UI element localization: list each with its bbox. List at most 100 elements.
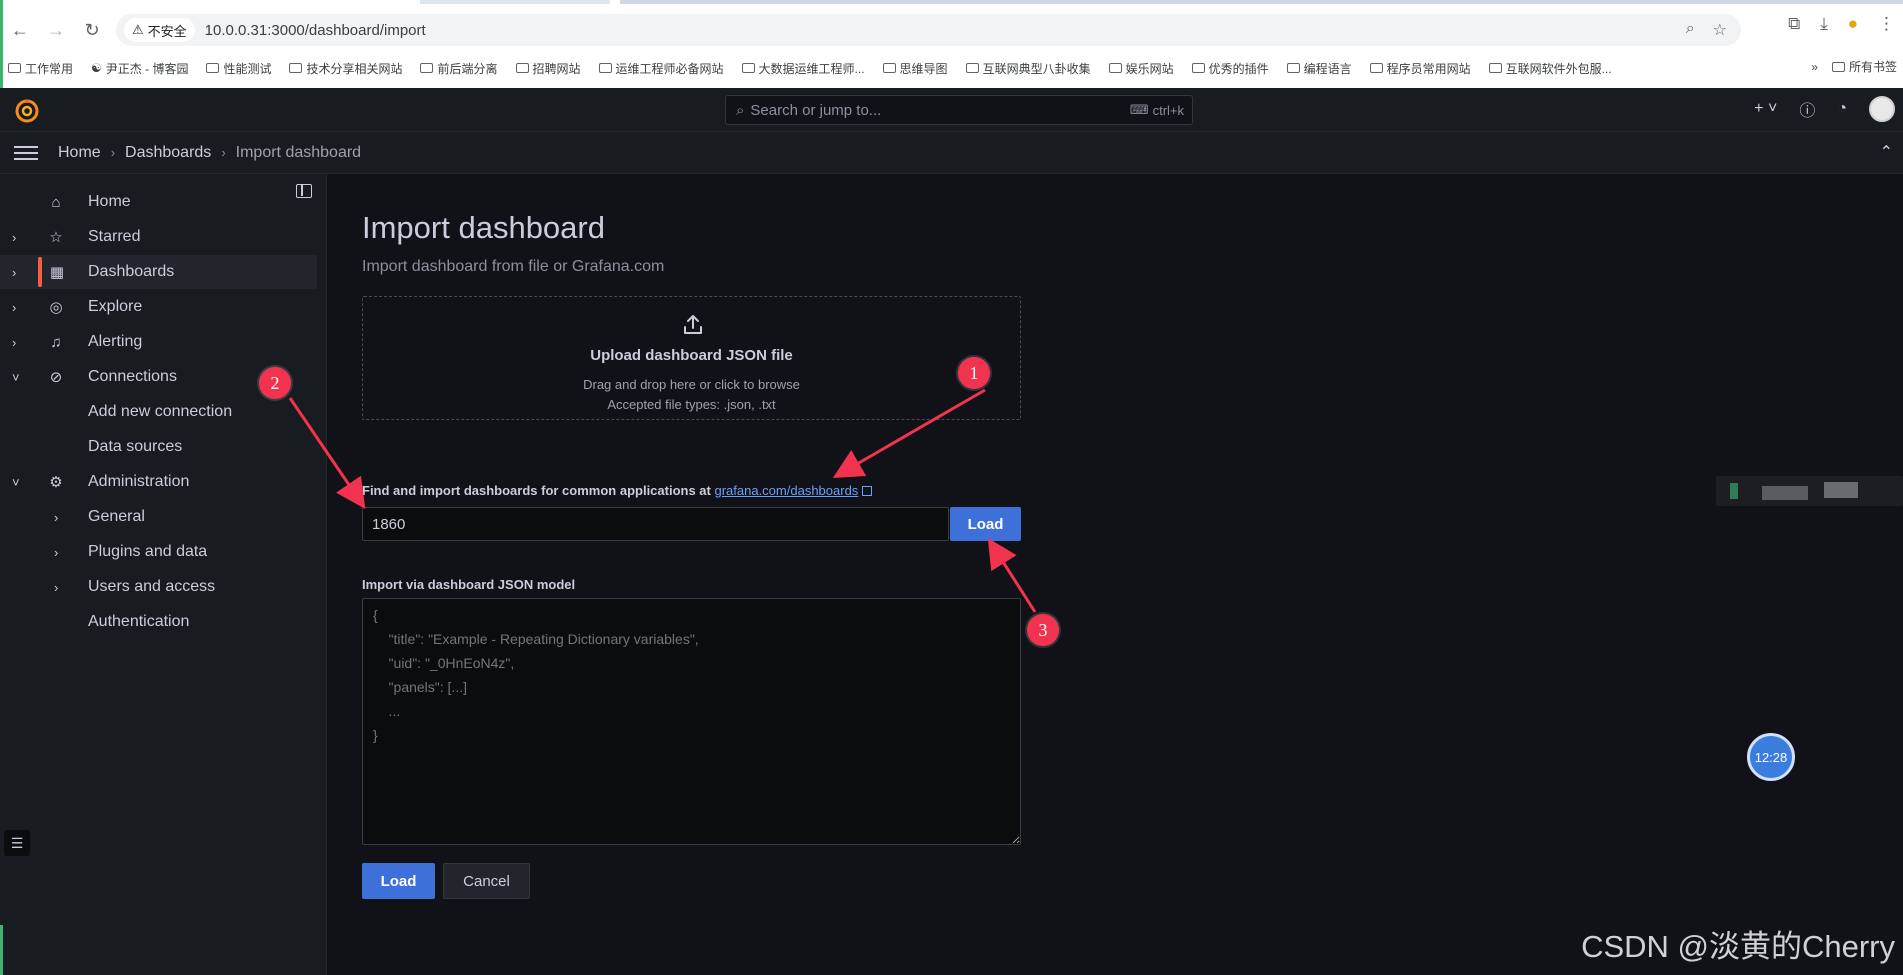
page-subtitle: Import dashboard from file or Grafana.co…	[362, 258, 665, 275]
bookmark-folder[interactable]: 招聘网站	[515, 60, 581, 77]
connections-icon: ⊘	[49, 369, 63, 386]
folder-icon	[420, 63, 434, 73]
sidebar-item-users-and-access[interactable]: › Users and access	[0, 570, 317, 604]
browser-tab[interactable]	[420, 0, 610, 4]
sidebar-item-authentication[interactable]: Authentication	[0, 605, 317, 639]
reload-icon[interactable]: ↻	[76, 14, 108, 46]
bookmark-folder[interactable]: 技术分享相关网站	[289, 60, 402, 77]
sidebar-item-dashboards[interactable]: › ▦ Dashboards	[0, 255, 317, 289]
chevron-right-icon: ›	[110, 145, 116, 160]
bookmark-folder[interactable]: 运维工程师必备网站	[598, 60, 724, 77]
load-id-button[interactable]: Load	[950, 507, 1021, 541]
cancel-button[interactable]: Cancel	[443, 863, 530, 899]
grafana-topbar: ⌕ Search or jump to... ⌨ ctrl+k + ˅ ⓘ ◔	[0, 88, 1903, 132]
chevron-right-icon[interactable]: ›	[54, 580, 58, 595]
sidebar-item-general[interactable]: › General	[0, 500, 317, 534]
sidebar-item-alerting[interactable]: › ♫ Alerting	[0, 325, 317, 359]
breadcrumb-dashboards[interactable]: Dashboards	[125, 144, 211, 162]
bookmarks-bar: 工作常用 ☯ 尹正杰 - 博客园 性能测试 技术分享相关网站 前后端分离 招聘网站…	[8, 58, 1888, 78]
grafana-dashboards-link[interactable]: grafana.com/dashboards	[714, 483, 858, 498]
bookmark-folder[interactable]: 编程语言	[1286, 60, 1352, 77]
chevron-right-icon[interactable]: ›	[12, 300, 16, 315]
clock-widget[interactable]: 12:28	[1747, 733, 1795, 781]
help-icon[interactable]: ⓘ	[1799, 97, 1815, 121]
breadcrumb: Home › Dashboards › Import dashboard	[58, 144, 361, 162]
search-icon: ⌕	[736, 101, 745, 119]
all-bookmarks[interactable]: 所有书签	[1831, 58, 1897, 75]
chevron-down-icon[interactable]: ˅	[12, 370, 20, 385]
bookmark-folder[interactable]: 性能测试	[206, 60, 271, 77]
site-icon: ☯	[91, 61, 102, 75]
bookmark-folder[interactable]: 娱乐网站	[1108, 60, 1174, 77]
folder-icon	[598, 63, 612, 73]
upload-dropzone[interactable]: Upload dashboard JSON file Drag and drop…	[362, 296, 1021, 420]
bookmarks-overflow[interactable]: »	[1811, 60, 1818, 74]
extensions-icon[interactable]: ⧉	[1788, 14, 1800, 34]
floating-toolbar[interactable]	[1716, 476, 1903, 506]
warning-icon: ⚠	[132, 22, 144, 37]
bookmark-folder[interactable]: 优秀的插件	[1191, 60, 1269, 77]
chevron-right-icon[interactable]: ›	[12, 230, 16, 245]
folder-icon	[741, 63, 755, 73]
sidebar-item-starred[interactable]: › ☆ Starred	[0, 220, 317, 254]
keyboard-icon: ⌨	[1129, 102, 1149, 117]
address-bar[interactable]: ⚠ 不安全 10.0.0.31:3000/dashboard/import ⌕ …	[116, 14, 1741, 46]
chevron-right-icon[interactable]: ›	[12, 265, 16, 280]
bookmark-folder[interactable]: 大数据运维工程师...	[741, 60, 865, 77]
add-menu-button[interactable]: + ˅	[1754, 100, 1777, 118]
back-icon[interactable]: ←	[4, 14, 36, 46]
breadcrumb-bar: Home › Dashboards › Import dashboard ⌃	[0, 132, 1903, 174]
upload-hint: Drag and drop here or click to browse	[583, 377, 800, 392]
breadcrumb-home[interactable]: Home	[58, 144, 101, 162]
star-icon: ☆	[49, 229, 63, 246]
bookmark-folder[interactable]: 程序员常用网站	[1369, 60, 1471, 77]
forward-icon[interactable]: →	[40, 14, 72, 46]
menu-dots-icon[interactable]: ⋮	[1878, 14, 1895, 34]
bookmark-folder[interactable]: 前后端分离	[420, 60, 498, 77]
news-feed-icon[interactable]: ◔	[1837, 100, 1847, 118]
compass-icon: ◎	[49, 299, 63, 316]
bookmark-link[interactable]: ☯ 尹正杰 - 博客园	[91, 60, 188, 77]
folder-icon	[882, 63, 896, 73]
sidebar-item-administration[interactable]: ˅ ⚙ Administration	[0, 465, 317, 499]
list-toggle-icon[interactable]: ☰	[4, 830, 30, 856]
sidebar-item-data-sources[interactable]: Data sources	[0, 430, 317, 464]
bookmark-folder[interactable]: 思维导图	[882, 60, 948, 77]
load-json-button[interactable]: Load	[362, 863, 435, 899]
folder-icon	[965, 63, 979, 73]
sidebar-item-plugins-and-data[interactable]: › Plugins and data	[0, 535, 317, 569]
folder-icon	[1831, 61, 1845, 72]
search-input[interactable]: ⌕ Search or jump to... ⌨ ctrl+k	[725, 95, 1193, 125]
bookmark-star-icon[interactable]: ☆	[1713, 20, 1727, 40]
menu-toggle-icon[interactable]	[14, 145, 38, 160]
annotation-badge-2: 2	[259, 367, 291, 399]
sidebar-item-home[interactable]: ⌂ Home	[0, 185, 317, 219]
sidebar-item-add-new-connection[interactable]: Add new connection	[0, 395, 317, 429]
user-avatar[interactable]	[1869, 96, 1895, 122]
bookmark-folder[interactable]: 工作常用	[8, 60, 73, 77]
profile-icon[interactable]: ●	[1848, 14, 1858, 34]
bookmark-folder[interactable]: 互联网软件外包服...	[1488, 60, 1612, 77]
json-model-textarea[interactable]	[362, 598, 1021, 845]
folder-icon	[289, 63, 303, 73]
chevron-right-icon[interactable]: ›	[54, 510, 58, 525]
bookmark-folder[interactable]: 互联网典型八卦收集	[965, 60, 1091, 77]
security-chip[interactable]: ⚠ 不安全	[124, 18, 195, 42]
gear-icon: ⚙	[49, 474, 63, 491]
sidebar-item-explore[interactable]: › ◎ Explore	[0, 290, 317, 324]
grafana-logo-icon[interactable]	[14, 98, 40, 124]
annotation-badge-3: 3	[1027, 614, 1059, 646]
upload-title: Upload dashboard JSON file	[590, 347, 793, 364]
breadcrumb-current: Import dashboard	[235, 143, 362, 161]
chevron-right-icon[interactable]: ›	[12, 335, 16, 350]
zoom-icon[interactable]: ⌕	[1686, 20, 1695, 40]
dashboards-grid-icon: ▦	[49, 264, 65, 281]
browser-chrome: ← → ↻ ⚠ 不安全 10.0.0.31:3000/dashboard/imp…	[0, 0, 1903, 88]
watermark: CSDN @淡黄的Cherry	[1581, 929, 1895, 964]
download-icon[interactable]: ⤓	[1820, 14, 1828, 34]
chevron-down-icon[interactable]: ˅	[12, 475, 20, 490]
chevron-right-icon[interactable]: ›	[54, 545, 58, 560]
keyboard-shortcut: ⌨ ctrl+k	[1129, 102, 1184, 118]
chevron-up-icon[interactable]: ⌃	[1880, 142, 1893, 162]
dashboard-id-input[interactable]	[362, 507, 949, 541]
